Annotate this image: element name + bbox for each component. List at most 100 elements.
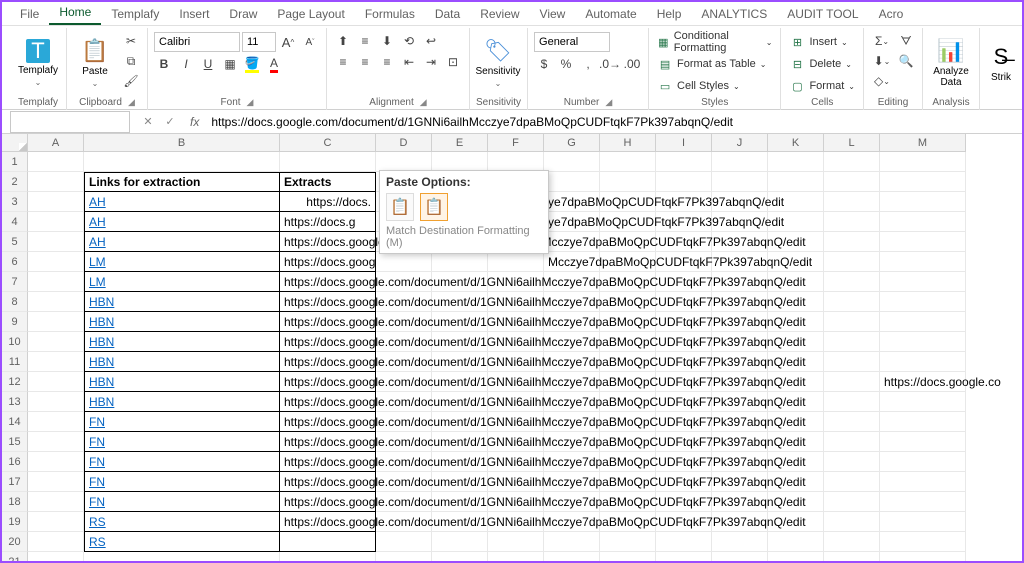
dialog-launcher-icon[interactable]: ◢: [420, 97, 427, 108]
cell-D19[interactable]: [376, 512, 432, 532]
cell-K5[interactable]: [768, 232, 824, 252]
cell-K8[interactable]: [768, 292, 824, 312]
cell-J12[interactable]: [712, 372, 768, 392]
cell-I6[interactable]: [656, 252, 712, 272]
cell-C2[interactable]: Extracts: [280, 172, 376, 192]
cell-A5[interactable]: [28, 232, 84, 252]
cell-K4[interactable]: [768, 212, 824, 232]
cell-I17[interactable]: [656, 472, 712, 492]
cell-C17[interactable]: [280, 472, 376, 492]
cell-D11[interactable]: [376, 352, 432, 372]
formula-input[interactable]: [205, 111, 1022, 133]
cell-G1[interactable]: [544, 152, 600, 172]
cell-E21[interactable]: [432, 552, 488, 561]
column-header-D[interactable]: D: [376, 134, 432, 152]
cell-M17[interactable]: [880, 472, 966, 492]
cell-M7[interactable]: [880, 272, 966, 292]
cell-D20[interactable]: [376, 532, 432, 552]
column-header-C[interactable]: C: [280, 134, 376, 152]
fill-button[interactable]: ⬇⌄: [870, 52, 894, 70]
cell-J4[interactable]: [712, 212, 768, 232]
templafy-button[interactable]: T Templafy ⌄: [16, 32, 60, 94]
cell-L9[interactable]: [824, 312, 880, 332]
cell-C20[interactable]: [280, 532, 376, 552]
cell-J16[interactable]: [712, 452, 768, 472]
cell-C21[interactable]: [280, 552, 376, 561]
cell-G10[interactable]: [544, 332, 600, 352]
copy-button[interactable]: ⧉: [121, 52, 141, 70]
cell-M13[interactable]: [880, 392, 966, 412]
align-middle-button[interactable]: ≡: [355, 32, 375, 50]
cell-H7[interactable]: [600, 272, 656, 292]
cell-C11[interactable]: [280, 352, 376, 372]
cell-M19[interactable]: [880, 512, 966, 532]
cell-H3[interactable]: [600, 192, 656, 212]
cell-J2[interactable]: [712, 172, 768, 192]
cell-L13[interactable]: [824, 392, 880, 412]
cell-C5[interactable]: [280, 232, 376, 252]
cell-C16[interactable]: [280, 452, 376, 472]
cell-A17[interactable]: [28, 472, 84, 492]
cell-K16[interactable]: [768, 452, 824, 472]
decrease-indent-button[interactable]: ⇤: [399, 53, 419, 71]
cell-B21[interactable]: [84, 552, 280, 561]
cell-J21[interactable]: [712, 552, 768, 561]
cell-M4[interactable]: [880, 212, 966, 232]
cell-L5[interactable]: [824, 232, 880, 252]
cell-D6[interactable]: [376, 252, 432, 272]
tab-data[interactable]: Data: [425, 3, 470, 25]
cell-B1[interactable]: [84, 152, 280, 172]
row-header-2[interactable]: 2: [2, 172, 28, 192]
cell-E18[interactable]: [432, 492, 488, 512]
cell-M5[interactable]: [880, 232, 966, 252]
cell-A21[interactable]: [28, 552, 84, 561]
cell-D13[interactable]: [376, 392, 432, 412]
cell-B2[interactable]: Links for extraction: [84, 172, 280, 192]
cell-L4[interactable]: [824, 212, 880, 232]
analyze-data-button[interactable]: 📊 Analyze Data: [929, 32, 973, 94]
cell-I10[interactable]: [656, 332, 712, 352]
cut-button[interactable]: ✂: [121, 32, 141, 50]
cell-F15[interactable]: [488, 432, 544, 452]
sort-filter-button[interactable]: ᗊ: [896, 32, 916, 50]
cell-I14[interactable]: [656, 412, 712, 432]
row-header-19[interactable]: 19: [2, 512, 28, 532]
cell-M15[interactable]: [880, 432, 966, 452]
cell-K20[interactable]: [768, 532, 824, 552]
cell-J20[interactable]: [712, 532, 768, 552]
font-name-input[interactable]: [154, 32, 240, 52]
cell-G3[interactable]: [544, 192, 600, 212]
enter-formula-button[interactable]: ✓: [160, 112, 180, 132]
cell-K6[interactable]: [768, 252, 824, 272]
cell-F10[interactable]: [488, 332, 544, 352]
cell-I16[interactable]: [656, 452, 712, 472]
column-header-K[interactable]: K: [768, 134, 824, 152]
cell-B15[interactable]: FN: [84, 432, 280, 452]
cell-C12[interactable]: [280, 372, 376, 392]
align-left-button[interactable]: ≡: [333, 53, 353, 71]
cell-B8[interactable]: HBN: [84, 292, 280, 312]
cell-M9[interactable]: [880, 312, 966, 332]
cell-I3[interactable]: [656, 192, 712, 212]
cell-C15[interactable]: [280, 432, 376, 452]
cell-C8[interactable]: [280, 292, 376, 312]
cell-M20[interactable]: [880, 532, 966, 552]
row-header-6[interactable]: 6: [2, 252, 28, 272]
cell-M16[interactable]: [880, 452, 966, 472]
cell-K11[interactable]: [768, 352, 824, 372]
cell-A13[interactable]: [28, 392, 84, 412]
cell-L21[interactable]: [824, 552, 880, 561]
cell-I20[interactable]: [656, 532, 712, 552]
cell-B4[interactable]: AH: [84, 212, 280, 232]
cell-K14[interactable]: [768, 412, 824, 432]
cell-I2[interactable]: [656, 172, 712, 192]
cell-L6[interactable]: [824, 252, 880, 272]
tab-formulas[interactable]: Formulas: [355, 3, 425, 25]
cell-I12[interactable]: [656, 372, 712, 392]
italic-button[interactable]: I: [176, 55, 196, 73]
conditional-formatting-button[interactable]: ▦Conditional Formatting ⌄: [655, 32, 774, 52]
tab-acrobat[interactable]: Acro: [869, 3, 914, 25]
format-painter-button[interactable]: 🖌: [121, 72, 141, 90]
cell-L16[interactable]: [824, 452, 880, 472]
tab-home[interactable]: Home: [49, 1, 101, 25]
